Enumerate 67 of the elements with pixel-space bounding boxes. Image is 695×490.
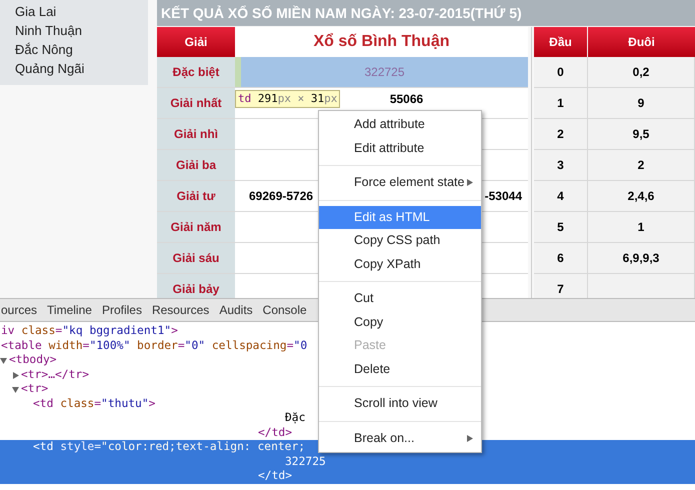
table-cell: 1 [534,88,588,118]
prize-number: 322725 [364,64,405,81]
prize-number: 55066 [390,91,424,108]
menu-item[interactable]: Copy CSS path [319,229,481,252]
sidebar-link[interactable]: Ninh Thuận [15,23,82,38]
collapse-triangle-icon[interactable] [0,357,7,364]
dom-node[interactable]: <td class="thutu"> [33,396,156,411]
prize-label: Giải nhì [157,119,235,149]
dom-node[interactable]: iv class="kq bggradient1"> [1,324,178,338]
table-cell: 6,9,9,3 [588,243,695,273]
devtools-tab[interactable]: Resources [150,301,212,319]
dom-node[interactable]: <tr>…</tr> [21,368,90,382]
table-cell: 0,2 [588,57,695,87]
dom-node[interactable]: <td style="color:red;text-align: center; [33,440,306,454]
closing-tag: </td> [258,469,292,482]
dom-node[interactable]: <table width="100%" border="0" cellspacing="0 [1,338,308,353]
results-title: KẾT QUẢ XỔ SỐ MIỀN NAM NGÀY: 23-07-2015(THỨ 5) [157,0,695,26]
menu-item[interactable]: Scroll into view [319,392,481,416]
size-tooltip: td 291px × 31px [235,90,340,108]
table-cell: 9,5 [588,119,695,149]
sidebar-link[interactable]: Đắc Nông [15,42,73,57]
prize-label: Giải bảy [157,274,235,298]
devtools-tab[interactable]: Audits [217,301,255,319]
dom-node[interactable]: <tbody> [9,353,57,368]
menu-item[interactable]: Cut [319,287,481,310]
table-cell: 0 [534,57,588,87]
closing-tag: </td> [258,426,292,438]
table-cell: 2 [588,150,695,180]
node-text: 322725 [285,454,326,468]
node-text: Đặc [285,411,306,424]
menu-item[interactable]: Add attribute [319,113,481,136]
province-header: Xổ số Bình Thuận [235,27,528,57]
dom-node[interactable]: <tr> [21,382,48,396]
prize-label: Giải tư [157,181,235,211]
menu-item[interactable]: Force element state [319,171,481,194]
prize-number: 69269-5726 [249,188,314,205]
table-cell: 3 [534,150,588,180]
devtools-tab[interactable]: Timeline [45,301,94,319]
prize-label: Giải năm [157,212,235,242]
column-header: Đuôi [588,27,695,57]
sidebar-link[interactable]: Gia Lai [15,4,56,19]
table-cell: 2,4,6 [588,181,695,211]
menu-item[interactable]: Copy [319,310,481,334]
prize-label: Giải nhất [157,88,235,118]
table-cell: 4 [534,181,588,211]
expand-triangle-icon[interactable] [12,372,19,378]
table-cell: 9 [588,88,695,118]
collapse-triangle-icon[interactable] [12,386,19,393]
prize-label: Đặc biệt [157,57,235,87]
devtools-tab[interactable]: Console [260,301,309,319]
menu-item[interactable]: Edit attribute [319,136,481,160]
devtools-tab[interactable]: ources [0,301,40,319]
column-header: Giải [157,27,235,57]
menu-item[interactable]: Break on... [319,426,481,450]
sidebar-link[interactable]: Quảng Ngãi [15,61,84,76]
devtools-tab[interactable]: Profiles [100,301,144,319]
table-cell: 5 [534,212,588,242]
prize-label: Giải sáu [157,243,235,273]
table-cell: 2 [534,119,588,149]
menu-item[interactable]: Edit as HTML [319,206,481,229]
menu-item[interactable]: Delete [319,358,481,381]
column-header: Đầu [534,27,587,57]
prize-label: Giải ba [157,150,235,180]
table-cell: 6 [534,243,588,273]
prize-number: -53044 [484,188,522,205]
table-cell: 1 [588,212,695,242]
menu-item[interactable]: Copy XPath [319,252,481,276]
